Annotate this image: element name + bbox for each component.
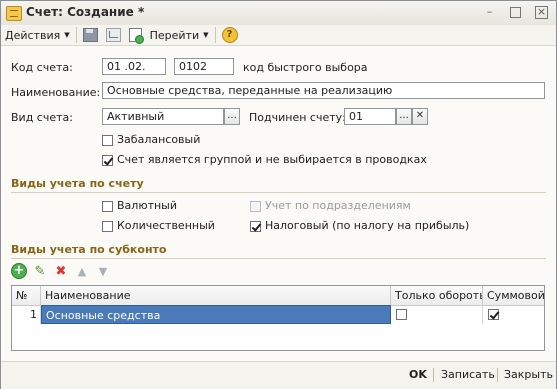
row-name-cell[interactable]: Основные средства bbox=[41, 305, 391, 324]
turnover-only-checkbox[interactable] bbox=[396, 309, 407, 320]
maximize-button[interactable] bbox=[510, 7, 521, 18]
title-bar: Счет: Создание * – × bbox=[1, 1, 556, 26]
help-button[interactable]: ? bbox=[218, 26, 242, 44]
window-title: Счет: Создание * bbox=[26, 5, 145, 19]
table-header: № Наименование Только обороты Суммовой bbox=[12, 286, 544, 306]
account-icon bbox=[6, 6, 22, 21]
group-checkbox[interactable] bbox=[102, 155, 113, 166]
goto-label: Перейти bbox=[149, 28, 200, 42]
column-header-name[interactable]: Наименование bbox=[41, 286, 391, 305]
move-up-button[interactable]: ▲ bbox=[74, 263, 90, 279]
quick-code-label: код быстрого выбора bbox=[243, 61, 368, 74]
parent-label: Подчинен счету: bbox=[249, 111, 346, 124]
code-label: Код счета: bbox=[11, 61, 73, 74]
row-turnover-cell bbox=[391, 305, 483, 324]
section-divider bbox=[11, 192, 546, 193]
structure-toolbar-button[interactable] bbox=[102, 26, 125, 44]
sum-checkbox[interactable] bbox=[488, 309, 499, 320]
parent-clear-button[interactable]: ✕ bbox=[412, 108, 428, 125]
name-input[interactable]: Основные средства, переданные на реализа… bbox=[102, 82, 545, 99]
pencil-icon: ✎ bbox=[34, 263, 46, 279]
structure-icon bbox=[105, 28, 121, 42]
move-down-button[interactable]: ▼ bbox=[95, 263, 111, 279]
chevron-down-icon: ▼ bbox=[203, 31, 209, 39]
row-number: 1 bbox=[12, 305, 41, 324]
subconto-section-title: Виды учета по субконто bbox=[11, 243, 167, 256]
delete-icon: ✖ bbox=[55, 263, 67, 279]
edit-row-button[interactable]: ✎ bbox=[32, 263, 48, 279]
column-header-num[interactable]: № bbox=[12, 286, 41, 305]
subconto-toolbar: + ✎ ✖ ▲ ▼ bbox=[11, 263, 111, 279]
actions-menu-button[interactable]: Действия ▼ bbox=[1, 26, 74, 44]
copy-toolbar-button[interactable] bbox=[125, 26, 146, 44]
chevron-down-icon: ▼ bbox=[64, 31, 70, 39]
tax-label: Налоговый (по налогу на прибыль) bbox=[265, 219, 470, 232]
group-label: Счет является группой и не выбирается в … bbox=[117, 153, 427, 166]
toolbar-divider bbox=[75, 27, 77, 43]
delete-row-button[interactable]: ✖ bbox=[53, 263, 69, 279]
code-input[interactable]: 01 .02. bbox=[102, 58, 166, 75]
accounting-section-title: Виды учета по счету bbox=[11, 177, 144, 190]
division-label: Учет по подразделениям bbox=[265, 199, 411, 212]
footer-divider bbox=[497, 368, 498, 382]
division-checkbox bbox=[250, 201, 261, 212]
close-button[interactable]: Закрыть bbox=[504, 368, 553, 381]
toolbar: Действия ▼ Перейти ▼ ? bbox=[1, 25, 556, 46]
currency-label: Валютный bbox=[117, 199, 178, 212]
quick-code-input[interactable]: 0102 bbox=[174, 58, 234, 75]
copy-document-icon bbox=[128, 28, 144, 44]
offbalance-label: Забалансовый bbox=[117, 133, 201, 146]
parent-select-button[interactable]: ... bbox=[396, 108, 412, 125]
close-window-button[interactable]: × bbox=[535, 6, 548, 19]
save-icon bbox=[82, 28, 98, 42]
name-label: Наименование: bbox=[11, 86, 101, 99]
type-label: Вид счета: bbox=[11, 111, 73, 124]
currency-checkbox[interactable] bbox=[102, 201, 113, 212]
quantity-label: Количественный bbox=[117, 219, 215, 232]
footer-divider bbox=[433, 368, 434, 382]
parent-account-input[interactable]: 01 bbox=[344, 108, 396, 125]
help-icon: ? bbox=[221, 27, 238, 43]
save-toolbar-button[interactable] bbox=[79, 26, 102, 44]
type-select[interactable]: Активный bbox=[102, 108, 224, 125]
ok-button[interactable]: OK bbox=[409, 368, 427, 381]
arrow-down-icon: ▼ bbox=[98, 264, 108, 278]
type-select-button[interactable]: ... bbox=[224, 108, 240, 125]
add-row-button[interactable]: + bbox=[11, 263, 27, 279]
row-sum-cell bbox=[483, 305, 544, 324]
section-divider bbox=[11, 258, 546, 259]
goto-menu-button[interactable]: Перейти ▼ bbox=[146, 26, 213, 44]
actions-label: Действия bbox=[5, 28, 61, 42]
offbalance-checkbox[interactable] bbox=[102, 135, 113, 146]
table-row[interactable]: 1 Основные средства bbox=[12, 305, 544, 324]
minimize-button[interactable]: – bbox=[483, 5, 496, 18]
column-header-turnover-only[interactable]: Только обороты bbox=[391, 286, 483, 305]
arrow-up-icon: ▲ bbox=[77, 264, 87, 278]
account-create-window: Счет: Создание * – × Действия ▼ Перейти … bbox=[0, 0, 557, 389]
quantity-checkbox[interactable] bbox=[102, 221, 113, 232]
footer-bar: OK Записать Закрыть bbox=[1, 361, 556, 389]
subconto-table: № Наименование Только обороты Суммовой 1… bbox=[11, 285, 545, 351]
tax-checkbox[interactable] bbox=[250, 221, 261, 232]
toolbar-divider bbox=[214, 27, 216, 43]
save-button[interactable]: Записать bbox=[441, 368, 495, 381]
column-header-sum[interactable]: Суммовой bbox=[483, 286, 544, 305]
plus-icon: + bbox=[11, 263, 27, 279]
